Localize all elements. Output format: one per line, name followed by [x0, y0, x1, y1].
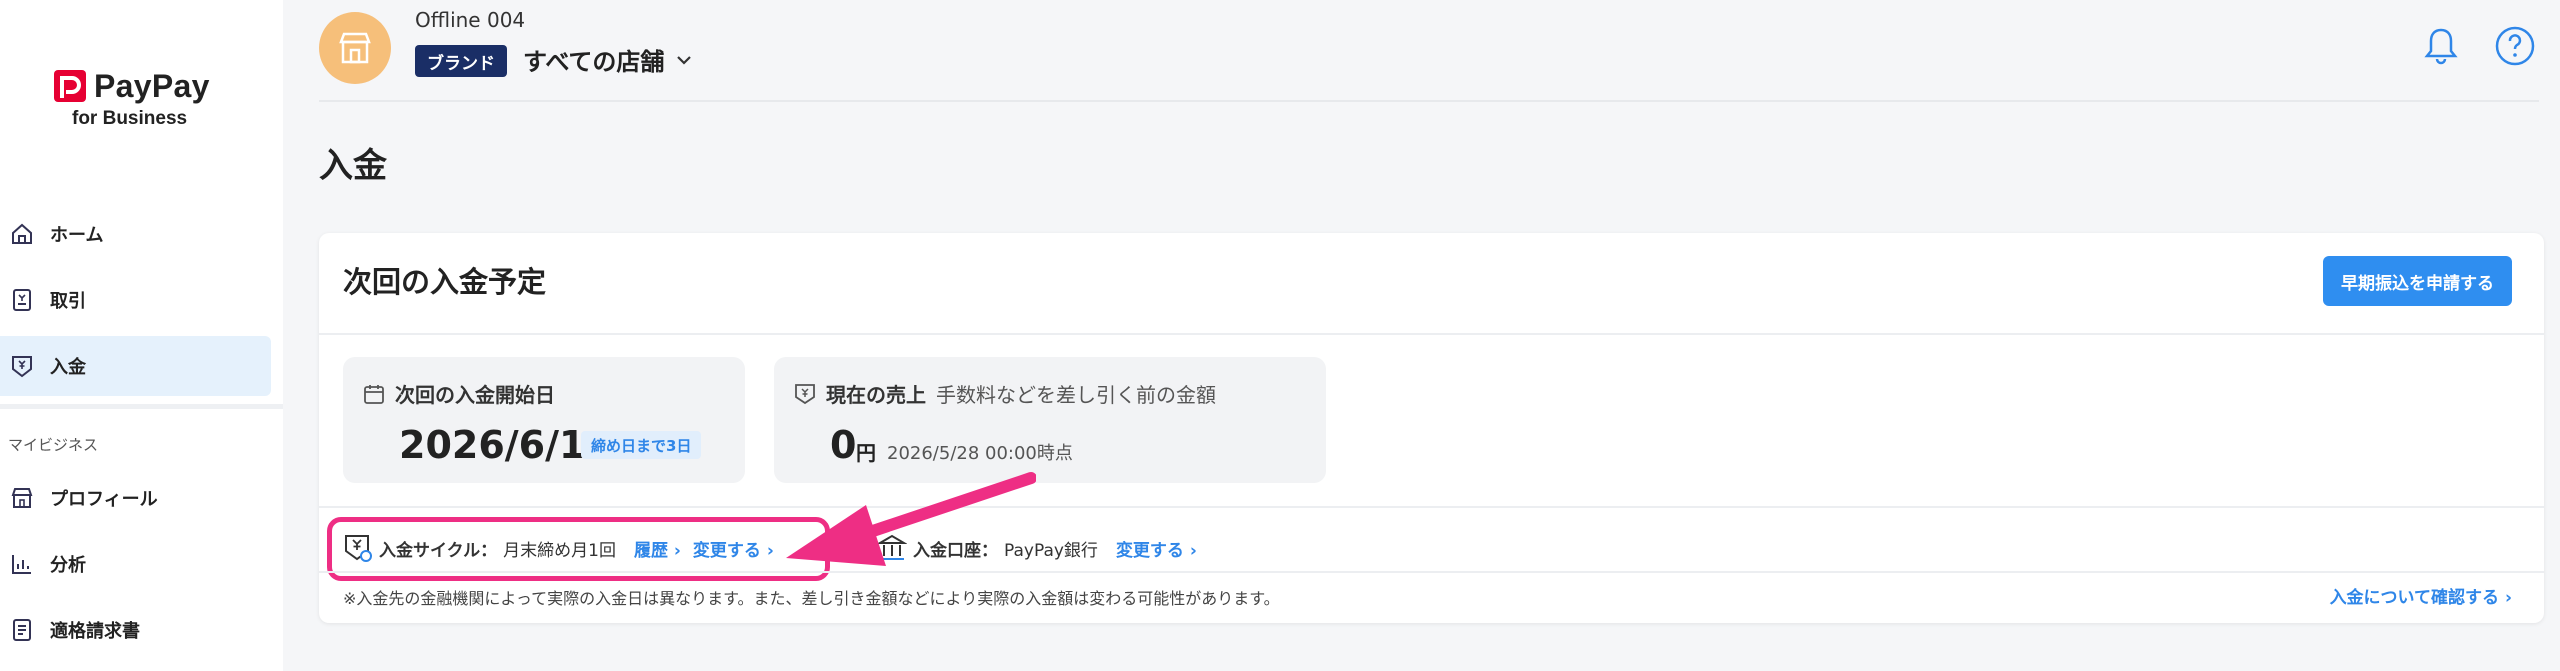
- next-date-value: 2026/6/1: [399, 423, 586, 467]
- paypay-logo-icon: [54, 70, 86, 102]
- main-content: Offline 004 ブランド すべての店舗 入金 次回の入金予定 早期振込を…: [283, 0, 2560, 671]
- deposit-icon: [12, 356, 32, 378]
- bank-value: PayPay銀行: [1004, 540, 1098, 561]
- sales-unit: 円: [856, 441, 876, 465]
- sidebar-item-label: ホーム: [50, 225, 104, 246]
- sales-sublabel: 手数料などを差し引く前の金額: [936, 383, 1216, 407]
- change-bank-label: 変更する: [1115, 540, 1184, 561]
- sidebar-item-transactions[interactable]: 取引: [0, 270, 271, 330]
- store-avatar: [319, 12, 391, 84]
- store-selector-label: すべての店舗: [523, 48, 665, 76]
- sales-timestamp: 2026/5/28 00:00時点: [887, 443, 1073, 464]
- about-deposit-label: 入金について確認する: [2329, 588, 2500, 608]
- next-date-label: 次回の入金開始日: [395, 383, 555, 407]
- about-deposit-link[interactable]: 入金について確認する ›: [2330, 583, 2512, 608]
- sidebar-item-analytics[interactable]: 分析: [0, 534, 271, 594]
- next-date-label-row: 次回の入金開始日: [363, 379, 555, 408]
- store-icon: [11, 488, 33, 508]
- sidebar-item-invoice[interactable]: 適格請求書: [0, 600, 271, 660]
- sales-label: 現在の売上: [826, 383, 926, 407]
- shop-icon: [339, 32, 371, 64]
- next-deposit-card: 次回の入金予定 早期振込を申請する 次回の入金開始日 2026/6/1 締め日ま…: [319, 233, 2544, 623]
- brand-badge: ブランド: [415, 45, 507, 77]
- receipt-icon: [13, 289, 31, 311]
- deadline-badge: 締め日まで3日: [581, 431, 702, 459]
- help-icon[interactable]: [2493, 24, 2537, 68]
- sidebar-item-profile[interactable]: プロフィール: [0, 468, 271, 528]
- card-divider: [319, 333, 2544, 335]
- bell-icon[interactable]: [2419, 24, 2463, 68]
- bank-label: 入金口座：: [913, 540, 998, 561]
- store-name: Offline 004: [415, 8, 526, 32]
- chart-icon: [12, 555, 31, 574]
- sidebar-item-label: 入金: [50, 357, 86, 378]
- bank-icon: [877, 534, 907, 560]
- nav-divider: [0, 404, 283, 409]
- header-divider: [319, 100, 2539, 102]
- note-divider: [319, 571, 2544, 573]
- sidebar-item-label: 分析: [50, 555, 86, 576]
- bank-account-row: 入金口座： PayPay銀行 変更する ›: [877, 523, 1197, 573]
- nav-section-label: マイビジネス: [8, 436, 99, 454]
- page-title: 入金: [319, 146, 387, 186]
- calendar-icon: [364, 384, 384, 404]
- yen-shield-icon: [795, 383, 815, 404]
- store-selector[interactable]: すべての店舗: [523, 42, 694, 77]
- current-sales-panel: 現在の売上 手数料などを差し引く前の金額 0 円 2026/5/28 00:00…: [774, 357, 1326, 483]
- sales-amount: 0: [830, 423, 857, 467]
- logo-title: PayPay: [94, 67, 210, 104]
- sidebar-item-label: 適格請求書: [50, 621, 140, 642]
- sidebar-item-label: プロフィール: [50, 489, 158, 510]
- sidebar-item-label: 取引: [50, 291, 86, 312]
- sidebar-item-home[interactable]: ホーム: [0, 204, 271, 264]
- logo-subtitle: for Business: [72, 108, 188, 129]
- sidebar: PayPay for Business ホーム 取引 入金 マイビジネス プロフ…: [0, 0, 283, 671]
- sales-label-row: 現在の売上 手数料などを差し引く前の金額: [794, 379, 1216, 408]
- change-bank-link[interactable]: 変更する ›: [1116, 536, 1197, 561]
- early-transfer-button[interactable]: 早期振込を申請する: [2323, 256, 2512, 306]
- invoice-icon: [13, 619, 31, 641]
- next-date-panel: 次回の入金開始日 2026/6/1 締め日まで3日: [343, 357, 745, 483]
- sidebar-item-deposit[interactable]: 入金: [0, 336, 271, 396]
- info-divider: [319, 506, 2544, 508]
- paypay-logo[interactable]: PayPay for Business: [50, 66, 230, 138]
- home-icon: [12, 223, 32, 244]
- card-title: 次回の入金予定: [343, 265, 547, 299]
- deposit-note: ※入金先の金融機関によって実際の入金日は異なります。また、差し引き金額などにより…: [343, 589, 1280, 608]
- chevron-down-icon: [677, 55, 692, 65]
